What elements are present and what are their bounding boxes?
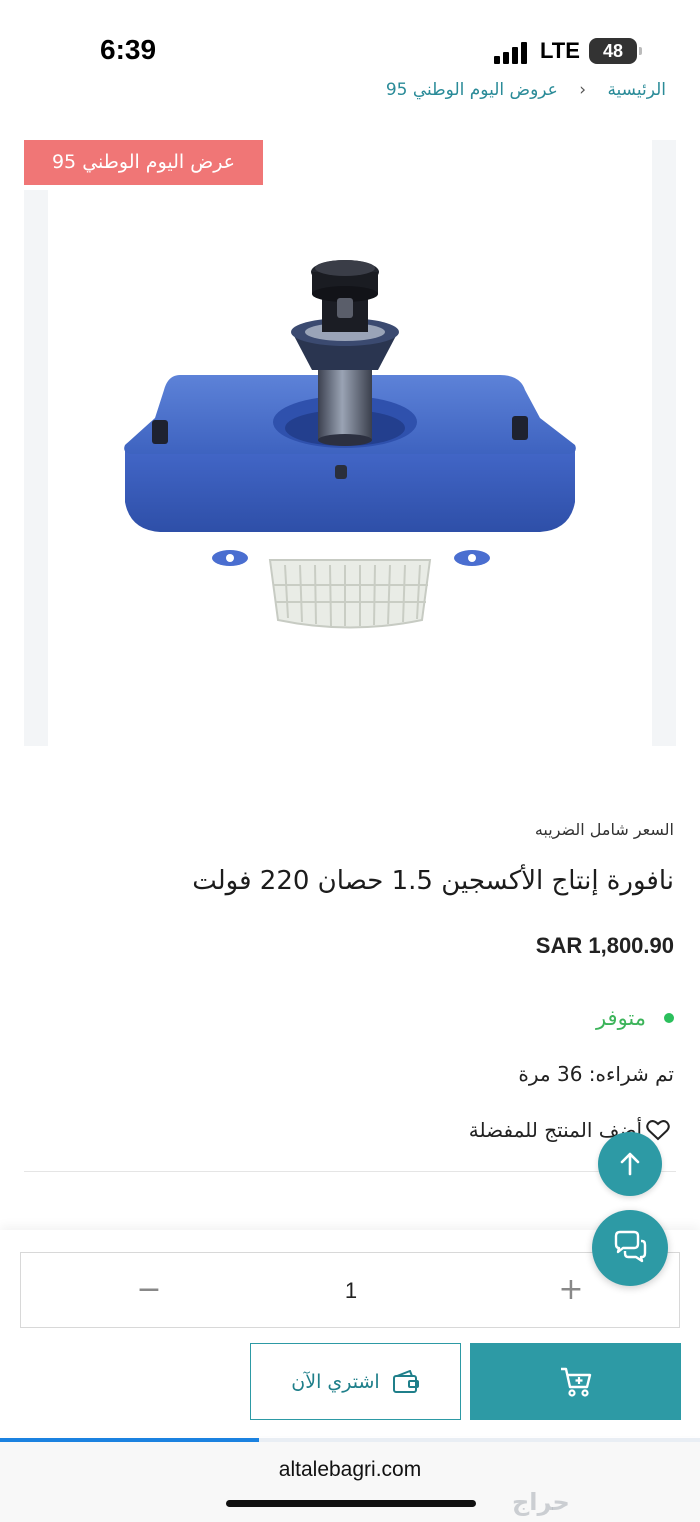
network-type: LTE	[540, 38, 580, 63]
quantity-stepper[interactable]: − 1 +	[20, 1252, 680, 1328]
quantity-decrement-button[interactable]: −	[111, 1253, 187, 1329]
buy-now-label: اشتري الآن	[291, 1370, 380, 1393]
product-price: SAR 1,800.90	[535, 933, 674, 958]
watermark: حراج	[512, 1488, 570, 1516]
offer-badge: عرض اليوم الوطني 95	[24, 140, 263, 185]
add-to-cart-button[interactable]	[470, 1343, 681, 1420]
chat-button[interactable]	[592, 1210, 668, 1286]
home-indicator	[226, 1500, 476, 1507]
breadcrumb: الرئيسية ‹ عروض اليوم الوطني 95	[378, 80, 674, 110]
chevron-left-icon: ‹	[579, 80, 587, 100]
url-text[interactable]: altalebagri.com	[0, 1458, 700, 1482]
stock-label: متوفر	[595, 1006, 646, 1030]
status-time: 6:39	[100, 34, 157, 65]
arrow-up-icon	[620, 1152, 640, 1176]
product-title: نافورة إنتاج الأكسجين 1.5 حصان 220 فولت	[192, 866, 674, 896]
quantity-value[interactable]: 1	[311, 1253, 391, 1329]
battery-icon: 48	[589, 38, 642, 64]
cart-plus-icon	[560, 1367, 591, 1397]
breadcrumb-category[interactable]: عروض اليوم الوطني 95	[386, 80, 558, 100]
browser-address-bar[interactable]	[0, 1442, 700, 1522]
status-dot-icon	[664, 1013, 674, 1023]
product-image[interactable]	[100, 240, 600, 640]
scroll-to-top-button[interactable]	[598, 1132, 662, 1196]
tax-note: السعر شامل الضريبه	[534, 820, 674, 839]
wallet-icon	[392, 1369, 419, 1393]
signal-icon	[494, 40, 528, 64]
stock-status: متوفر	[596, 1006, 674, 1030]
divider	[24, 1171, 676, 1172]
purchase-count: تم شراءه: 36 مرة	[518, 1062, 674, 1086]
breadcrumb-home[interactable]: الرئيسية	[607, 80, 666, 100]
chat-bubbles-icon	[614, 1230, 647, 1263]
buy-now-button[interactable]: اشتري الآن	[250, 1343, 461, 1420]
